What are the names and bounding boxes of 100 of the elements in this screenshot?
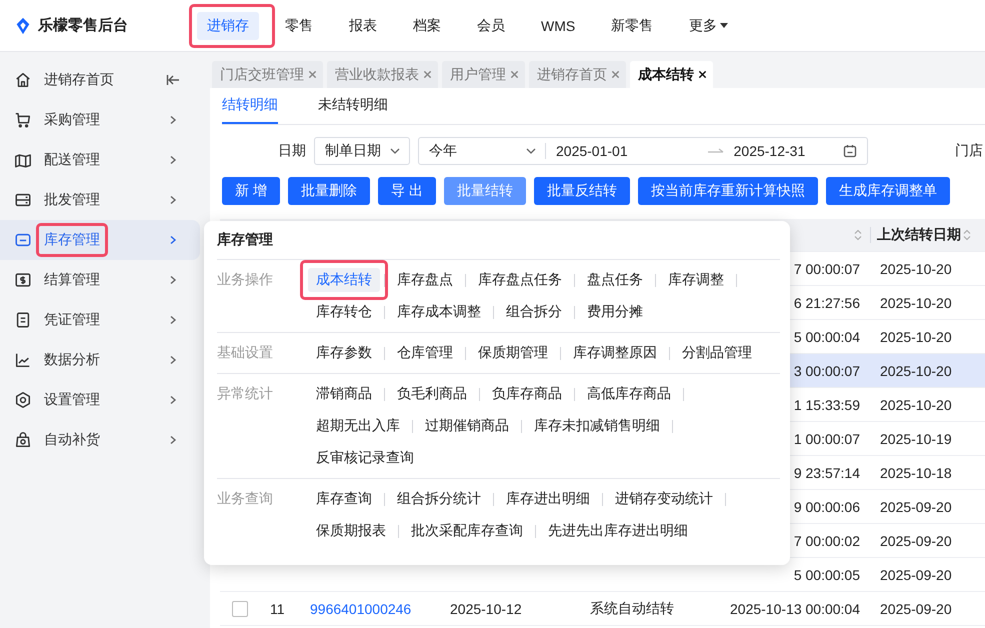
menu-item[interactable]: 组合拆分统计 [389, 487, 489, 511]
date-type-select[interactable]: 制单日期 [314, 137, 410, 165]
menu-item[interactable]: 超期无出入库 [308, 414, 408, 438]
action-button[interactable]: 批量删除 [288, 177, 370, 205]
menu-item[interactable]: 库存未扣减销售明细 [526, 414, 668, 438]
document-icon [14, 311, 32, 329]
menu-item[interactable]: 库存调整原因 [565, 341, 665, 365]
menu-item[interactable]: 负毛利商品 [389, 382, 475, 406]
menu-item[interactable]: 库存查询 [308, 487, 380, 511]
nav-tab[interactable]: 报表 [339, 12, 387, 40]
sidebar-item[interactable]: 进销存首页 [0, 60, 200, 100]
menu-item[interactable]: 分割品管理 [674, 341, 760, 365]
sidebar-label: 凭证管理 [44, 311, 100, 329]
chevron-right-icon [168, 435, 178, 445]
menu-item[interactable]: 保质期管理 [470, 341, 556, 365]
sort-icon[interactable] [963, 229, 971, 241]
page-tab[interactable]: 营业收款报表 [327, 61, 438, 88]
sort-icon[interactable] [854, 229, 862, 241]
sidebar-item[interactable]: 数据分析 [0, 340, 200, 380]
action-button[interactable]: 导 出 [378, 177, 436, 205]
date-range-field[interactable]: 今年 2025-01-01 2025-12-31 [418, 137, 868, 165]
nav-tab[interactable]: 会员 [467, 12, 515, 40]
menu-item[interactable]: 库存成本调整 [389, 300, 489, 324]
sidebar-label: 进销存首页 [44, 71, 114, 89]
table-cell-text: 2025-10-19 [879, 430, 953, 446]
table-cell-text: 1 15:33:59 [792, 396, 861, 412]
table-cell-text: 2025-09-20 [879, 566, 953, 582]
menu-item[interactable]: 先进先出库存进出明细 [540, 519, 696, 543]
sidebar-item[interactable]: 批发管理 [0, 180, 200, 220]
section-label: 异常统计 [217, 384, 274, 403]
table-cell-text: 2025-10-20 [879, 294, 953, 310]
document-link[interactable]: 9966401000246 [300, 600, 440, 616]
sidebar-item[interactable]: 结算管理 [0, 260, 200, 300]
menu-item[interactable]: 保质期报表 [308, 519, 394, 543]
menu-item[interactable]: 盘点任务 [579, 268, 651, 292]
page-tab[interactable]: 用户管理 [442, 61, 525, 88]
sidebar-item[interactable]: 凭证管理 [0, 300, 200, 340]
table-cell-text: 2025-10-20 [879, 260, 953, 276]
menu-item[interactable]: 进销存变动统计 [607, 487, 721, 511]
menu-item[interactable]: 库存盘点任务 [470, 268, 570, 292]
action-button[interactable]: 按当前库存重新计算快照 [638, 177, 818, 205]
menu-item[interactable]: 库存调整 [660, 268, 732, 292]
menu-item[interactable]: 库存盘点 [389, 268, 461, 292]
nav-tab[interactable]: 新零售 [601, 12, 664, 40]
collapse-icon[interactable] [166, 74, 180, 86]
menu-item[interactable]: 滞销商品 [308, 382, 380, 406]
sidebar-item[interactable]: 配送管理 [0, 140, 200, 180]
menu-item[interactable]: 库存参数 [308, 341, 380, 365]
arrow-icon [708, 147, 724, 155]
action-button[interactable]: 新 增 [222, 177, 280, 205]
table-cell-text: 系统自动结转 [589, 600, 675, 618]
menu-item[interactable]: 库存转仓 [308, 300, 380, 324]
action-button[interactable]: 批量反结转 [534, 177, 630, 205]
action-button[interactable]: 生成库存调整单 [826, 177, 950, 205]
dollar-icon [14, 271, 32, 289]
menu-item[interactable]: 过期催销商品 [417, 414, 517, 438]
menu-item[interactable]: 库存进出明细 [498, 487, 598, 511]
menu-item[interactable]: 仓库管理 [389, 341, 461, 365]
nav-tab[interactable]: 进销存 [197, 12, 259, 40]
table-cell-text: 3 00:00:07 [792, 362, 861, 378]
page-tab[interactable]: 成本结转 [630, 61, 713, 88]
sidebar-item[interactable]: 库存管理 [0, 220, 200, 260]
column-header[interactable]: 上次结转日期 [870, 227, 985, 243]
chevron-right-icon [168, 355, 178, 365]
sidebar-item[interactable]: 设置管理 [0, 380, 200, 420]
nav-tab[interactable]: WMS [531, 12, 586, 38]
tab-label: 用户管理 [450, 66, 506, 84]
sidebar-item[interactable]: 采购管理 [0, 100, 200, 140]
nav-tab[interactable]: 档案 [403, 12, 451, 40]
sidebar-label: 库存管理 [44, 231, 100, 249]
sub-tab[interactable]: 结转明细 [222, 96, 278, 124]
logo-icon [14, 16, 32, 34]
table-cell-text: 7 00:00:07 [792, 260, 861, 276]
home-icon [14, 71, 32, 89]
chevron-right-icon [168, 195, 178, 205]
chart-icon [14, 351, 32, 369]
table-cell-text: 2025-10-13 00:00:04 [729, 600, 861, 616]
table-cell-text: 7 00:00:02 [792, 532, 861, 548]
sub-tab[interactable]: 未结转明细 [318, 96, 388, 124]
chevron-right-icon [168, 155, 178, 165]
sidebar-item[interactable]: 自动补货 [0, 420, 200, 460]
row-checkbox[interactable] [232, 600, 248, 616]
nav-tab[interactable]: 更多 [679, 12, 738, 40]
page-tab[interactable]: 门店交班管理 [212, 61, 323, 88]
close-icon[interactable] [698, 70, 707, 79]
nav-tab[interactable]: 零售 [275, 12, 323, 40]
table-cell-text: 2025-09-20 [879, 532, 953, 548]
menu-item[interactable]: 反审核记录查询 [308, 446, 422, 470]
section-label: 基础设置 [217, 343, 274, 362]
menu-item[interactable]: 批次采配库存查询 [403, 519, 531, 543]
menu-item[interactable]: 负库存商品 [484, 382, 570, 406]
menu-item[interactable]: 高低库存商品 [579, 382, 679, 406]
menu-item[interactable]: 成本结转 [308, 268, 380, 292]
chevron-right-icon [168, 235, 178, 245]
page-tab[interactable]: 进销存首页 [529, 61, 626, 88]
menu-item[interactable]: 费用分摊 [579, 300, 651, 324]
sidebar-label: 采购管理 [44, 111, 100, 129]
inbox-icon [14, 231, 32, 249]
menu-item[interactable]: 组合拆分 [498, 300, 570, 324]
chevron-right-icon [168, 315, 178, 325]
